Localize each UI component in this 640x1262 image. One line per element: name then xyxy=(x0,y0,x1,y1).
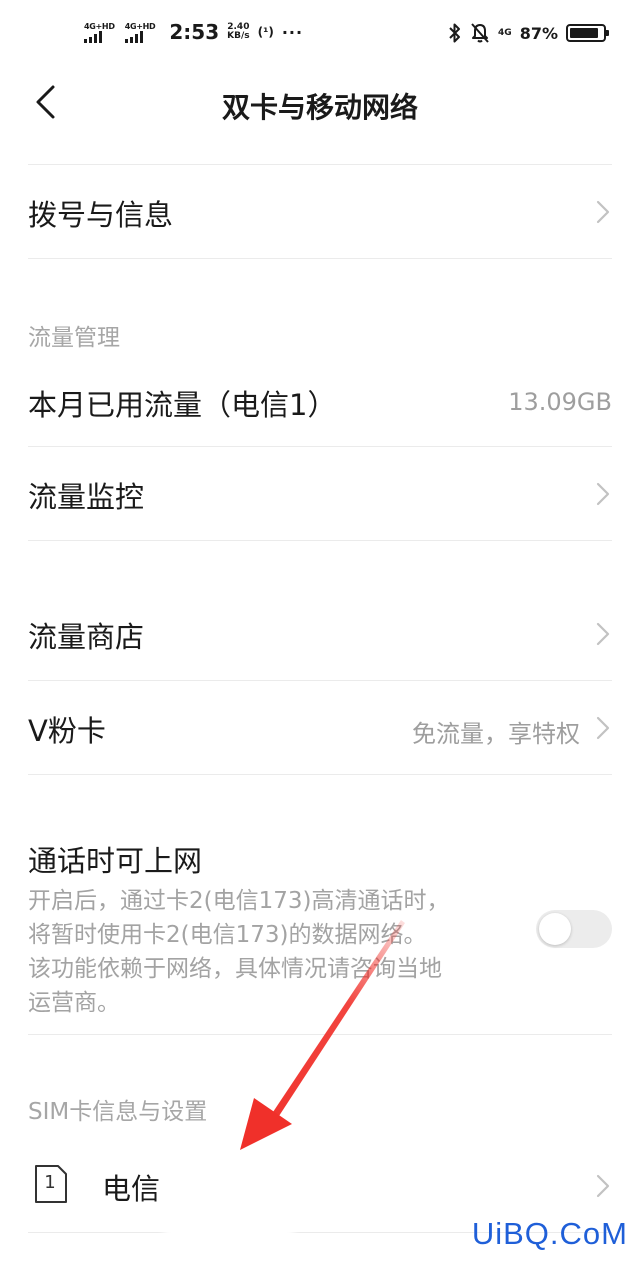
sim1-signal-icon: 4G+HD xyxy=(84,22,115,43)
description-line: 开启后，通过卡2(电信173)高清通话时， xyxy=(28,888,450,914)
divider xyxy=(28,540,612,541)
v-card-value: 免流量，享特权 xyxy=(412,720,580,748)
toggle-knob xyxy=(539,913,571,945)
chevron-right-icon xyxy=(596,1174,610,1198)
page-title: 双卡与移动网络 xyxy=(221,91,418,124)
v-card-row[interactable]: V粉卡 免流量，享特权 xyxy=(0,682,640,774)
chevron-right-icon xyxy=(596,482,610,506)
call-internet-row: 通话时可上网 开启后，通过卡2(电信173)高清通话时， 将暂时使用卡2(电信1… xyxy=(0,820,640,1034)
divider xyxy=(28,1034,612,1035)
status-left: 4G+HD 4G+HD 2:53 2.40 KB/s (¹) ··· xyxy=(84,20,303,44)
sim1-network-tag: 4G+HD xyxy=(84,21,115,31)
sim1-label: 电信 xyxy=(102,1172,161,1206)
data-monitor-label: 流量监控 xyxy=(28,480,145,514)
monthly-usage-label: 本月已用流量（电信1） xyxy=(28,388,337,422)
sim-section-title: SIM卡信息与设置 xyxy=(28,1099,208,1125)
data-store-row[interactable]: 流量商店 xyxy=(0,588,640,680)
divider xyxy=(28,680,612,681)
description-line: 该功能依赖于网络，具体情况请咨询当地 xyxy=(28,956,442,982)
call-internet-label: 通话时可上网 xyxy=(28,844,203,878)
description-line: 将暂时使用卡2(电信173)的数据网络。 xyxy=(28,922,427,948)
monthly-usage-value: 13.09GB xyxy=(508,388,612,416)
network-speed-unit: KB/s xyxy=(227,31,250,41)
data-store-label: 流量商店 xyxy=(28,620,145,654)
data-management-section-title: 流量管理 xyxy=(28,325,120,351)
sim-slot-number: 1 xyxy=(44,1172,56,1193)
monthly-usage-row[interactable]: 本月已用流量（电信1） 13.09GB xyxy=(0,354,640,446)
sim-card-icon: 1 xyxy=(34,1164,68,1204)
call-internet-description: 开启后，通过卡2(电信173)高清通话时， 将暂时使用卡2(电信173)的数据网… xyxy=(28,884,508,1020)
more-notifications-icon: ··· xyxy=(281,22,304,42)
hotspot-icon: (¹) xyxy=(257,25,274,39)
mobile-data-indicator: 4G xyxy=(498,28,512,38)
bluetooth-icon xyxy=(449,23,461,43)
call-internet-toggle[interactable] xyxy=(536,910,612,948)
chevron-right-icon xyxy=(596,716,610,740)
data-monitor-row[interactable]: 流量监控 xyxy=(0,448,640,540)
status-time: 2:53 xyxy=(169,20,220,44)
sim2-signal-icon: 4G+HD xyxy=(124,21,156,43)
watermark: UiBQ.CoM xyxy=(471,1216,628,1251)
dial-messages-label: 拨号与信息 xyxy=(28,198,174,232)
battery-icon xyxy=(566,24,609,42)
chevron-right-icon xyxy=(596,200,610,224)
battery-fill xyxy=(570,28,598,38)
chevron-right-icon xyxy=(596,622,610,646)
description-line: 运营商。 xyxy=(28,990,120,1016)
network-speed: 2.40 KB/s xyxy=(227,23,249,41)
divider xyxy=(28,774,612,775)
header: 双卡与移动网络 xyxy=(0,72,640,134)
bell-muted-icon xyxy=(471,23,489,43)
v-card-label: V粉卡 xyxy=(28,714,106,748)
status-right: 4G 87% xyxy=(448,22,609,44)
battery-percent: 87% xyxy=(519,23,558,43)
divider xyxy=(28,258,612,259)
status-bar: 4G+HD 4G+HD 2:53 2.40 KB/s (¹) ··· 4G 87… xyxy=(0,0,640,72)
divider xyxy=(28,164,612,165)
sim2-network-tag: 4G+HD xyxy=(124,21,156,31)
divider xyxy=(28,446,612,447)
privacy-blur xyxy=(164,1150,294,1262)
dial-messages-row[interactable]: 拨号与信息 xyxy=(0,166,640,258)
